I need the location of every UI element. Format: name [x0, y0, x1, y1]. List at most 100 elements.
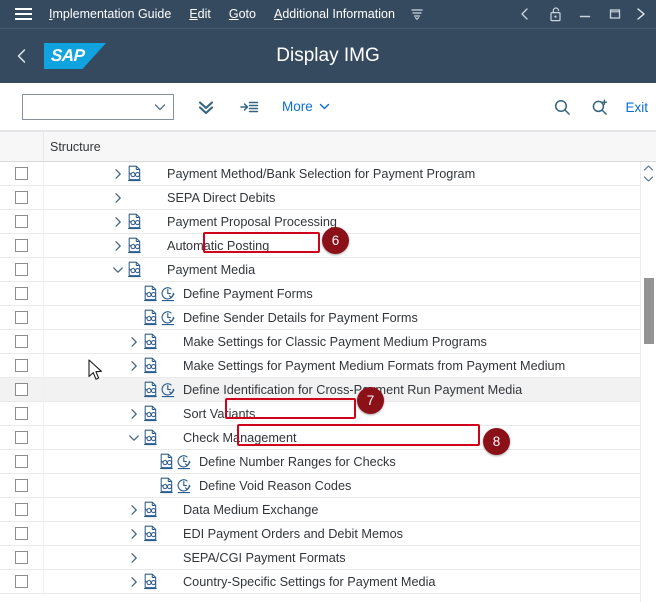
img-activity-clock-icon[interactable] [159, 282, 176, 306]
row-label[interactable]: Data Medium Exchange [176, 503, 318, 517]
table-row[interactable]: Define Identification for Cross-Payment … [0, 377, 656, 402]
img-activity-clock-icon[interactable] [175, 474, 192, 498]
table-row[interactable]: Sort Variants [0, 401, 656, 426]
img-document-icon[interactable] [142, 402, 159, 426]
table-row[interactable]: Data Medium Exchange [0, 497, 656, 522]
scrollbar-thumb[interactable] [644, 278, 654, 344]
tree-expand-icon[interactable] [110, 162, 126, 186]
row-label[interactable]: EDI Payment Orders and Debit Memos [176, 527, 403, 541]
row-select-cell[interactable] [0, 209, 44, 234]
close-icon[interactable] [630, 0, 656, 28]
row-select-cell[interactable] [0, 305, 44, 330]
row-label[interactable]: Check Management [176, 431, 297, 445]
img-activity-clock-icon[interactable] [159, 306, 176, 330]
tree-collapse-icon[interactable] [126, 426, 142, 450]
img-document-icon[interactable] [142, 570, 159, 594]
table-row[interactable]: EDI Payment Orders and Debit Memos [0, 521, 656, 546]
row-label[interactable]: SEPA Direct Debits [160, 191, 275, 205]
row-label[interactable]: Define Sender Details for Payment Forms [176, 311, 418, 325]
search-advanced-icon[interactable] [581, 83, 619, 131]
row-checkbox[interactable] [15, 263, 28, 276]
menu-overflow-icon[interactable] [406, 0, 428, 28]
scroll-down-icon[interactable] [641, 173, 656, 184]
img-document-icon[interactable] [142, 330, 159, 354]
menu-item-goto[interactable]: Goto [220, 0, 265, 28]
menu-item-edit[interactable]: Edit [180, 0, 220, 28]
row-select-cell[interactable] [0, 545, 44, 570]
row-select-cell[interactable] [0, 329, 44, 354]
img-document-icon[interactable] [158, 474, 175, 498]
img-activity-clock-icon[interactable] [159, 378, 176, 402]
row-select-cell[interactable] [0, 161, 44, 186]
collapse-all-icon[interactable] [184, 83, 228, 131]
row-select-cell[interactable] [0, 185, 44, 210]
table-row[interactable]: SEPA Direct Debits [0, 185, 656, 210]
row-select-cell[interactable] [0, 569, 44, 594]
row-label[interactable]: Make Settings for Payment Medium Formats… [176, 359, 565, 373]
back-icon[interactable] [510, 0, 540, 28]
img-document-icon[interactable] [142, 354, 159, 378]
row-checkbox[interactable] [15, 191, 28, 204]
row-checkbox[interactable] [15, 575, 28, 588]
row-select-cell[interactable] [0, 473, 44, 498]
img-document-icon[interactable] [142, 378, 159, 402]
tree-collapse-icon[interactable] [110, 258, 126, 282]
row-checkbox[interactable] [15, 455, 28, 468]
row-label[interactable]: Define Payment Forms [176, 287, 313, 301]
row-label[interactable]: Payment Proposal Processing [160, 215, 337, 229]
search-input[interactable] [23, 94, 149, 119]
row-checkbox[interactable] [15, 431, 28, 444]
expand-node-icon[interactable] [228, 83, 270, 131]
row-label[interactable]: Define Void Reason Codes [192, 479, 351, 493]
row-label[interactable]: Define Number Ranges for Checks [192, 455, 396, 469]
img-activity-clock-icon[interactable] [175, 450, 192, 474]
row-select-cell[interactable] [0, 257, 44, 282]
row-checkbox[interactable] [15, 527, 28, 540]
row-checkbox[interactable] [15, 335, 28, 348]
vertical-scrollbar[interactable] [640, 162, 656, 602]
row-checkbox[interactable] [15, 311, 28, 324]
img-document-icon[interactable] [126, 258, 143, 282]
nav-back-icon[interactable] [0, 29, 44, 84]
row-label[interactable]: SEPA/CGI Payment Formats [176, 551, 346, 565]
tree-expand-icon[interactable] [126, 570, 142, 594]
row-checkbox[interactable] [15, 503, 28, 516]
row-select-cell[interactable] [0, 449, 44, 474]
tree-expand-icon[interactable] [126, 402, 142, 426]
img-document-icon[interactable] [126, 234, 143, 258]
tree-expand-icon[interactable] [110, 234, 126, 258]
row-checkbox[interactable] [15, 167, 28, 180]
search-icon[interactable] [543, 83, 581, 131]
img-document-icon[interactable] [126, 210, 143, 234]
row-label[interactable]: Country-Specific Settings for Payment Me… [176, 575, 435, 589]
menu-item-implementation-guide[interactable]: Implementation Guide [40, 0, 180, 28]
img-document-icon[interactable] [142, 282, 159, 306]
row-checkbox[interactable] [15, 551, 28, 564]
exit-button[interactable]: Exit [619, 83, 654, 131]
maximize-icon[interactable] [600, 0, 630, 28]
tree-expand-icon[interactable] [126, 546, 142, 570]
img-document-icon[interactable] [142, 426, 159, 450]
hamburger-menu-icon[interactable] [6, 0, 40, 28]
tree-expand-icon[interactable] [110, 186, 126, 210]
row-select-cell[interactable] [0, 233, 44, 258]
row-label[interactable]: Define Identification for Cross-Payment … [176, 383, 522, 397]
row-label[interactable]: Make Settings for Classic Payment Medium… [176, 335, 487, 349]
unlock-icon[interactable] [540, 0, 570, 28]
tree-expand-icon[interactable] [110, 210, 126, 234]
row-checkbox[interactable] [15, 407, 28, 420]
row-select-cell[interactable] [0, 281, 44, 306]
row-label[interactable]: Payment Media [160, 263, 255, 277]
table-row[interactable]: Payment Method/Bank Selection for Paymen… [0, 161, 656, 186]
menu-item-additional-information[interactable]: Additional Information [265, 0, 404, 28]
table-row[interactable]: Make Settings for Payment Medium Formats… [0, 353, 656, 378]
row-select-cell[interactable] [0, 401, 44, 426]
table-row[interactable]: Payment Media [0, 257, 656, 282]
row-checkbox[interactable] [15, 239, 28, 252]
table-row[interactable]: Country-Specific Settings for Payment Me… [0, 569, 656, 594]
tree-expand-icon[interactable] [126, 330, 142, 354]
row-checkbox[interactable] [15, 359, 28, 372]
row-select-cell[interactable] [0, 353, 44, 378]
search-combobox[interactable] [22, 93, 174, 120]
tree-expand-icon[interactable] [126, 498, 142, 522]
